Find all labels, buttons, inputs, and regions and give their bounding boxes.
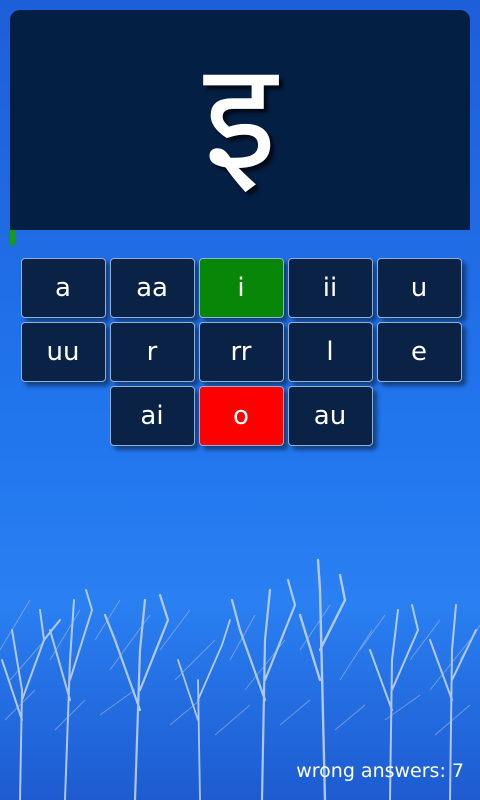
timer-bar bbox=[10, 230, 470, 245]
answer-button-a[interactable]: a bbox=[20, 258, 106, 318]
answer-button-au[interactable]: au bbox=[287, 386, 373, 446]
answer-button-u[interactable]: u bbox=[376, 258, 462, 318]
answer-button-rr[interactable]: rr bbox=[198, 322, 284, 382]
answer-row: uu r rr l e bbox=[15, 322, 467, 382]
answer-button-e[interactable]: e bbox=[376, 322, 462, 382]
answer-button-r[interactable]: r bbox=[109, 322, 195, 382]
devanagari-letter: इ bbox=[203, 30, 277, 204]
answer-button-uu[interactable]: uu bbox=[20, 322, 106, 382]
answer-row: a aa i ii u bbox=[15, 258, 467, 318]
answer-button-ii[interactable]: ii bbox=[287, 258, 373, 318]
answer-button-ai[interactable]: ai bbox=[109, 386, 195, 446]
letter-prompt-card: इ bbox=[10, 10, 470, 230]
wrong-answers-counter: wrong answers: 7 bbox=[296, 760, 464, 782]
answer-button-o[interactable]: o bbox=[198, 386, 284, 446]
answer-grid: a aa i ii u uu r rr l e ai o au bbox=[15, 258, 467, 450]
answer-button-aa[interactable]: aa bbox=[109, 258, 195, 318]
answer-button-l[interactable]: l bbox=[287, 322, 373, 382]
timer-fill bbox=[10, 230, 15, 245]
answer-button-i[interactable]: i bbox=[198, 258, 284, 318]
answer-row: ai o au bbox=[15, 386, 467, 446]
